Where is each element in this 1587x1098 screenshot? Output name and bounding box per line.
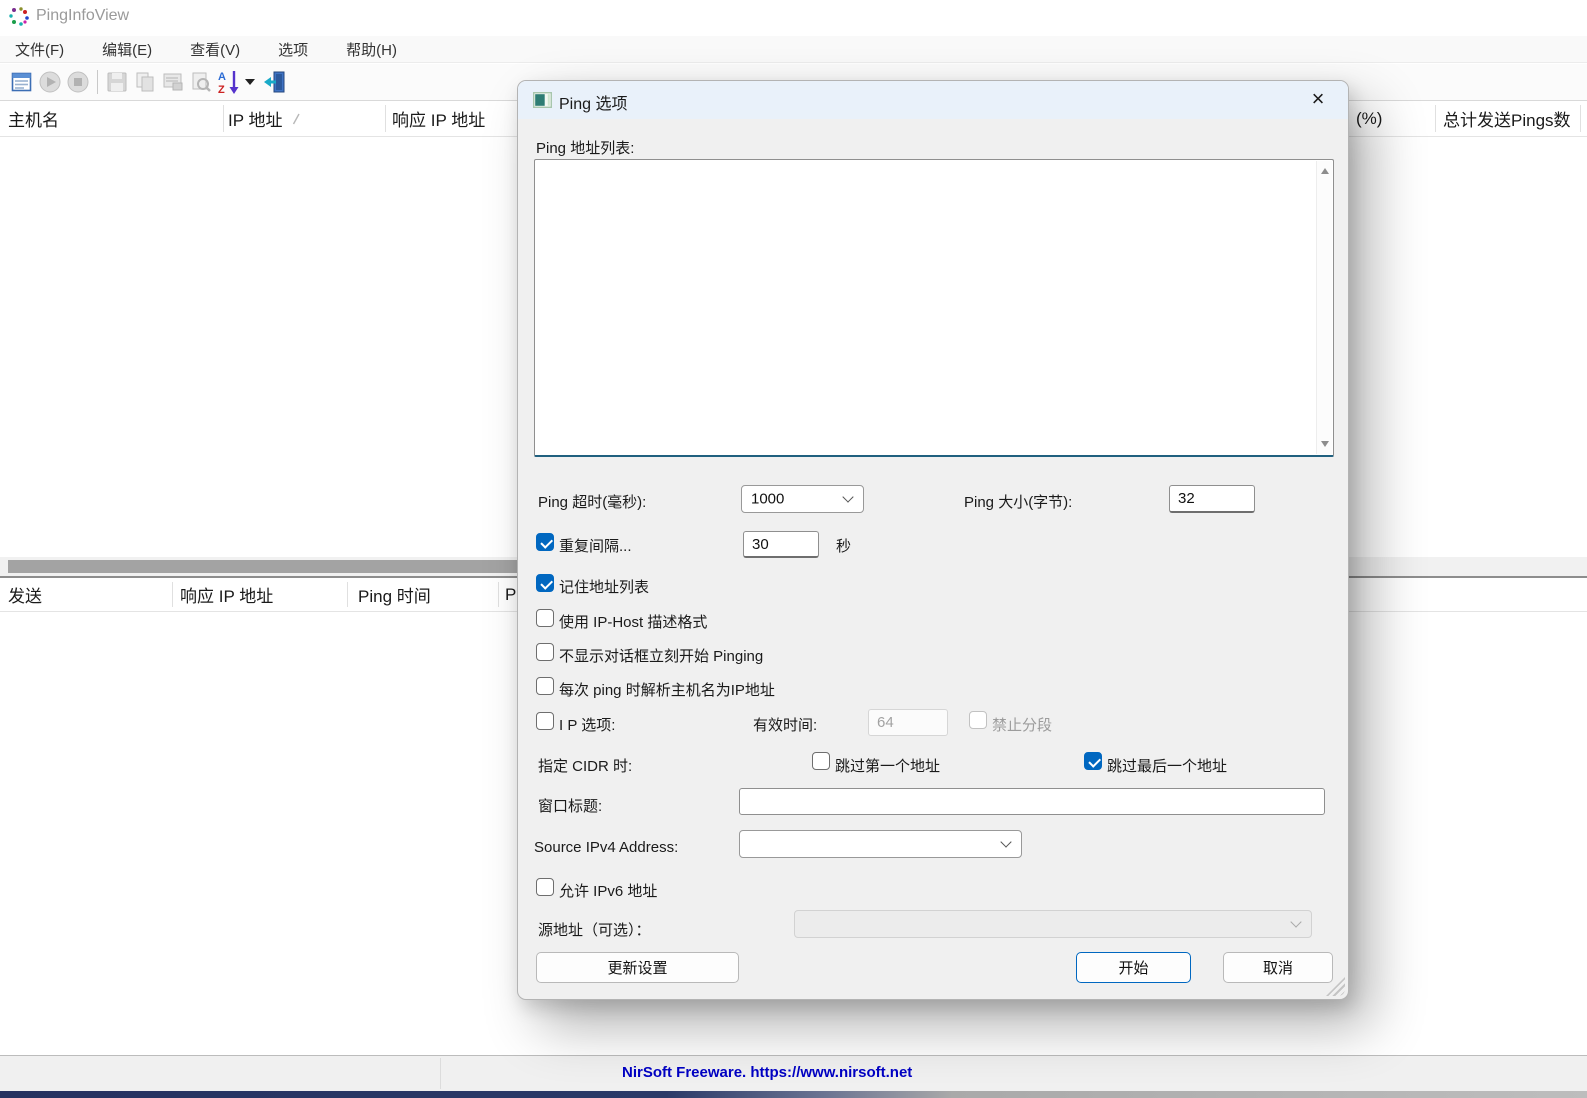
col-truncated[interactable]: P xyxy=(505,578,516,611)
repeat-label: 重复间隔... xyxy=(559,535,632,556)
chevron-down-icon xyxy=(1290,916,1301,927)
column-separator[interactable] xyxy=(223,105,224,132)
skip-first-label: 跳过第一个地址 xyxy=(835,755,940,776)
column-separator[interactable] xyxy=(347,582,348,607)
remember-label: 记住地址列表 xyxy=(559,576,649,597)
cancel-button[interactable]: 取消 xyxy=(1223,952,1333,983)
col-total-pings[interactable]: 总计发送Pings数 xyxy=(1443,101,1571,136)
col-reply-ip-2[interactable]: 响应 IP 地址 xyxy=(180,578,273,611)
col-sent[interactable]: 发送 xyxy=(8,578,42,611)
window-title-label: 窗口标题: xyxy=(538,795,602,816)
resolve-label: 每次 ping 时解析主机名为IP地址 xyxy=(559,679,775,700)
ping-options-icon[interactable] xyxy=(8,68,36,96)
window-title: PingInfoView xyxy=(36,7,129,25)
col-ping-time[interactable]: Ping 时间 xyxy=(358,578,431,611)
address-list-label: Ping 地址列表: xyxy=(536,137,634,158)
dialog-titlebar: Ping 选项 × xyxy=(518,81,1348,119)
resolve-checkbox[interactable] xyxy=(536,677,554,695)
exit-icon[interactable] xyxy=(261,68,289,96)
play-icon[interactable] xyxy=(36,68,64,96)
stop-icon[interactable] xyxy=(64,68,92,96)
app-icon xyxy=(8,6,30,28)
toolbar-separator xyxy=(97,70,98,94)
iphost-label: 使用 IP-Host 描述格式 xyxy=(559,611,707,632)
ipoptions-checkbox[interactable] xyxy=(536,712,554,730)
window-title-input[interactable] xyxy=(739,788,1325,815)
address-list-textarea[interactable] xyxy=(534,159,1334,457)
source-ipv4-label: Source IPv4 Address: xyxy=(534,839,678,856)
save-icon[interactable] xyxy=(103,68,131,96)
seconds-label: 秒 xyxy=(836,535,851,556)
properties-icon[interactable] xyxy=(159,68,187,96)
column-separator[interactable] xyxy=(498,582,499,607)
column-separator[interactable] xyxy=(1580,105,1581,132)
svg-text:A: A xyxy=(218,71,226,83)
status-bar: NirSoft Freeware. https://www.nirsoft.ne… xyxy=(0,1055,1587,1091)
sort-indicator-icon xyxy=(292,113,301,125)
autostart-label: 不显示对话框立刻开始 Pinging xyxy=(559,645,763,666)
chevron-down-icon xyxy=(842,491,853,502)
column-separator[interactable] xyxy=(385,105,386,132)
close-icon[interactable]: × xyxy=(1302,84,1334,116)
column-separator[interactable] xyxy=(1435,105,1436,132)
autostart-checkbox[interactable] xyxy=(536,643,554,661)
ping-options-dialog: Ping 选项 × Ping 地址列表: Ping 超时(毫秒): 1000 P… xyxy=(517,80,1349,1000)
skip-last-checkbox[interactable] xyxy=(1084,752,1102,770)
nirsoft-link[interactable]: NirSoft Freeware. https://www.nirsoft.ne… xyxy=(622,1056,912,1092)
sort-dropdown-caret-icon[interactable] xyxy=(245,79,255,85)
size-input[interactable] xyxy=(1169,485,1255,513)
textarea-scrollbar[interactable] xyxy=(1316,161,1332,454)
source-addr-combobox xyxy=(794,910,1312,938)
svg-text:Z: Z xyxy=(218,84,225,95)
pinginfoview-window: PingInfoView 文件(F) 编辑(E) 查看(V) 选项 帮助(H) xyxy=(0,0,1587,1098)
repeat-input[interactable] xyxy=(743,531,819,558)
col-ip-address[interactable]: IP 地址 xyxy=(228,101,301,136)
taskbar-strip xyxy=(0,1091,1587,1098)
window-titlebar: PingInfoView xyxy=(0,0,1587,36)
remember-checkbox[interactable] xyxy=(536,574,554,592)
menu-file[interactable]: 文件(F) xyxy=(9,37,70,62)
scroll-up-icon[interactable] xyxy=(1321,168,1329,174)
ipv6-label: 允许 IPv6 地址 xyxy=(559,880,657,901)
size-label: Ping 大小(字节): xyxy=(964,491,1072,512)
chevron-down-icon xyxy=(1000,836,1011,847)
cidr-label: 指定 CIDR 时: xyxy=(538,755,632,776)
menu-options[interactable]: 选项 xyxy=(272,37,314,62)
start-button[interactable]: 开始 xyxy=(1076,952,1191,983)
menu-bar: 文件(F) 编辑(E) 查看(V) 选项 帮助(H) xyxy=(0,36,1587,63)
col-percent[interactable]: (%) xyxy=(1356,101,1382,136)
source-ipv4-combobox[interactable] xyxy=(739,830,1022,858)
iphost-checkbox[interactable] xyxy=(536,609,554,627)
scroll-down-icon[interactable] xyxy=(1321,441,1329,447)
repeat-checkbox[interactable] xyxy=(536,533,554,551)
source-addr-label: 源地址（可选）： xyxy=(538,919,651,940)
statusbar-divider xyxy=(440,1058,441,1089)
col-hostname[interactable]: 主机名 xyxy=(8,101,59,136)
nofrag-label: 禁止分段 xyxy=(992,714,1052,735)
sort-az-icon[interactable]: AZ xyxy=(215,68,243,96)
update-settings-button[interactable]: 更新设置 xyxy=(536,952,739,983)
copy-icon[interactable] xyxy=(131,68,159,96)
timeout-label: Ping 超时(毫秒): xyxy=(538,491,646,512)
timeout-combobox[interactable]: 1000 xyxy=(741,485,864,513)
menu-help[interactable]: 帮助(H) xyxy=(340,37,403,62)
col-reply-ip[interactable]: 响应 IP 地址 xyxy=(392,101,485,136)
ipoptions-label: I P 选项: xyxy=(559,714,615,735)
skip-first-checkbox[interactable] xyxy=(812,752,830,770)
column-separator[interactable] xyxy=(172,582,173,607)
menu-view[interactable]: 查看(V) xyxy=(184,37,246,62)
ipv6-checkbox[interactable] xyxy=(536,878,554,896)
ttl-label: 有效时间: xyxy=(753,714,817,735)
ttl-input xyxy=(868,709,948,736)
dialog-title: Ping 选项 xyxy=(559,90,627,114)
menu-edit[interactable]: 编辑(E) xyxy=(96,37,158,62)
dialog-icon xyxy=(533,92,552,108)
nofrag-checkbox xyxy=(969,711,987,729)
skip-last-label: 跳过最后一个地址 xyxy=(1107,755,1227,776)
find-icon[interactable] xyxy=(187,68,215,96)
timeout-value: 1000 xyxy=(751,491,784,508)
